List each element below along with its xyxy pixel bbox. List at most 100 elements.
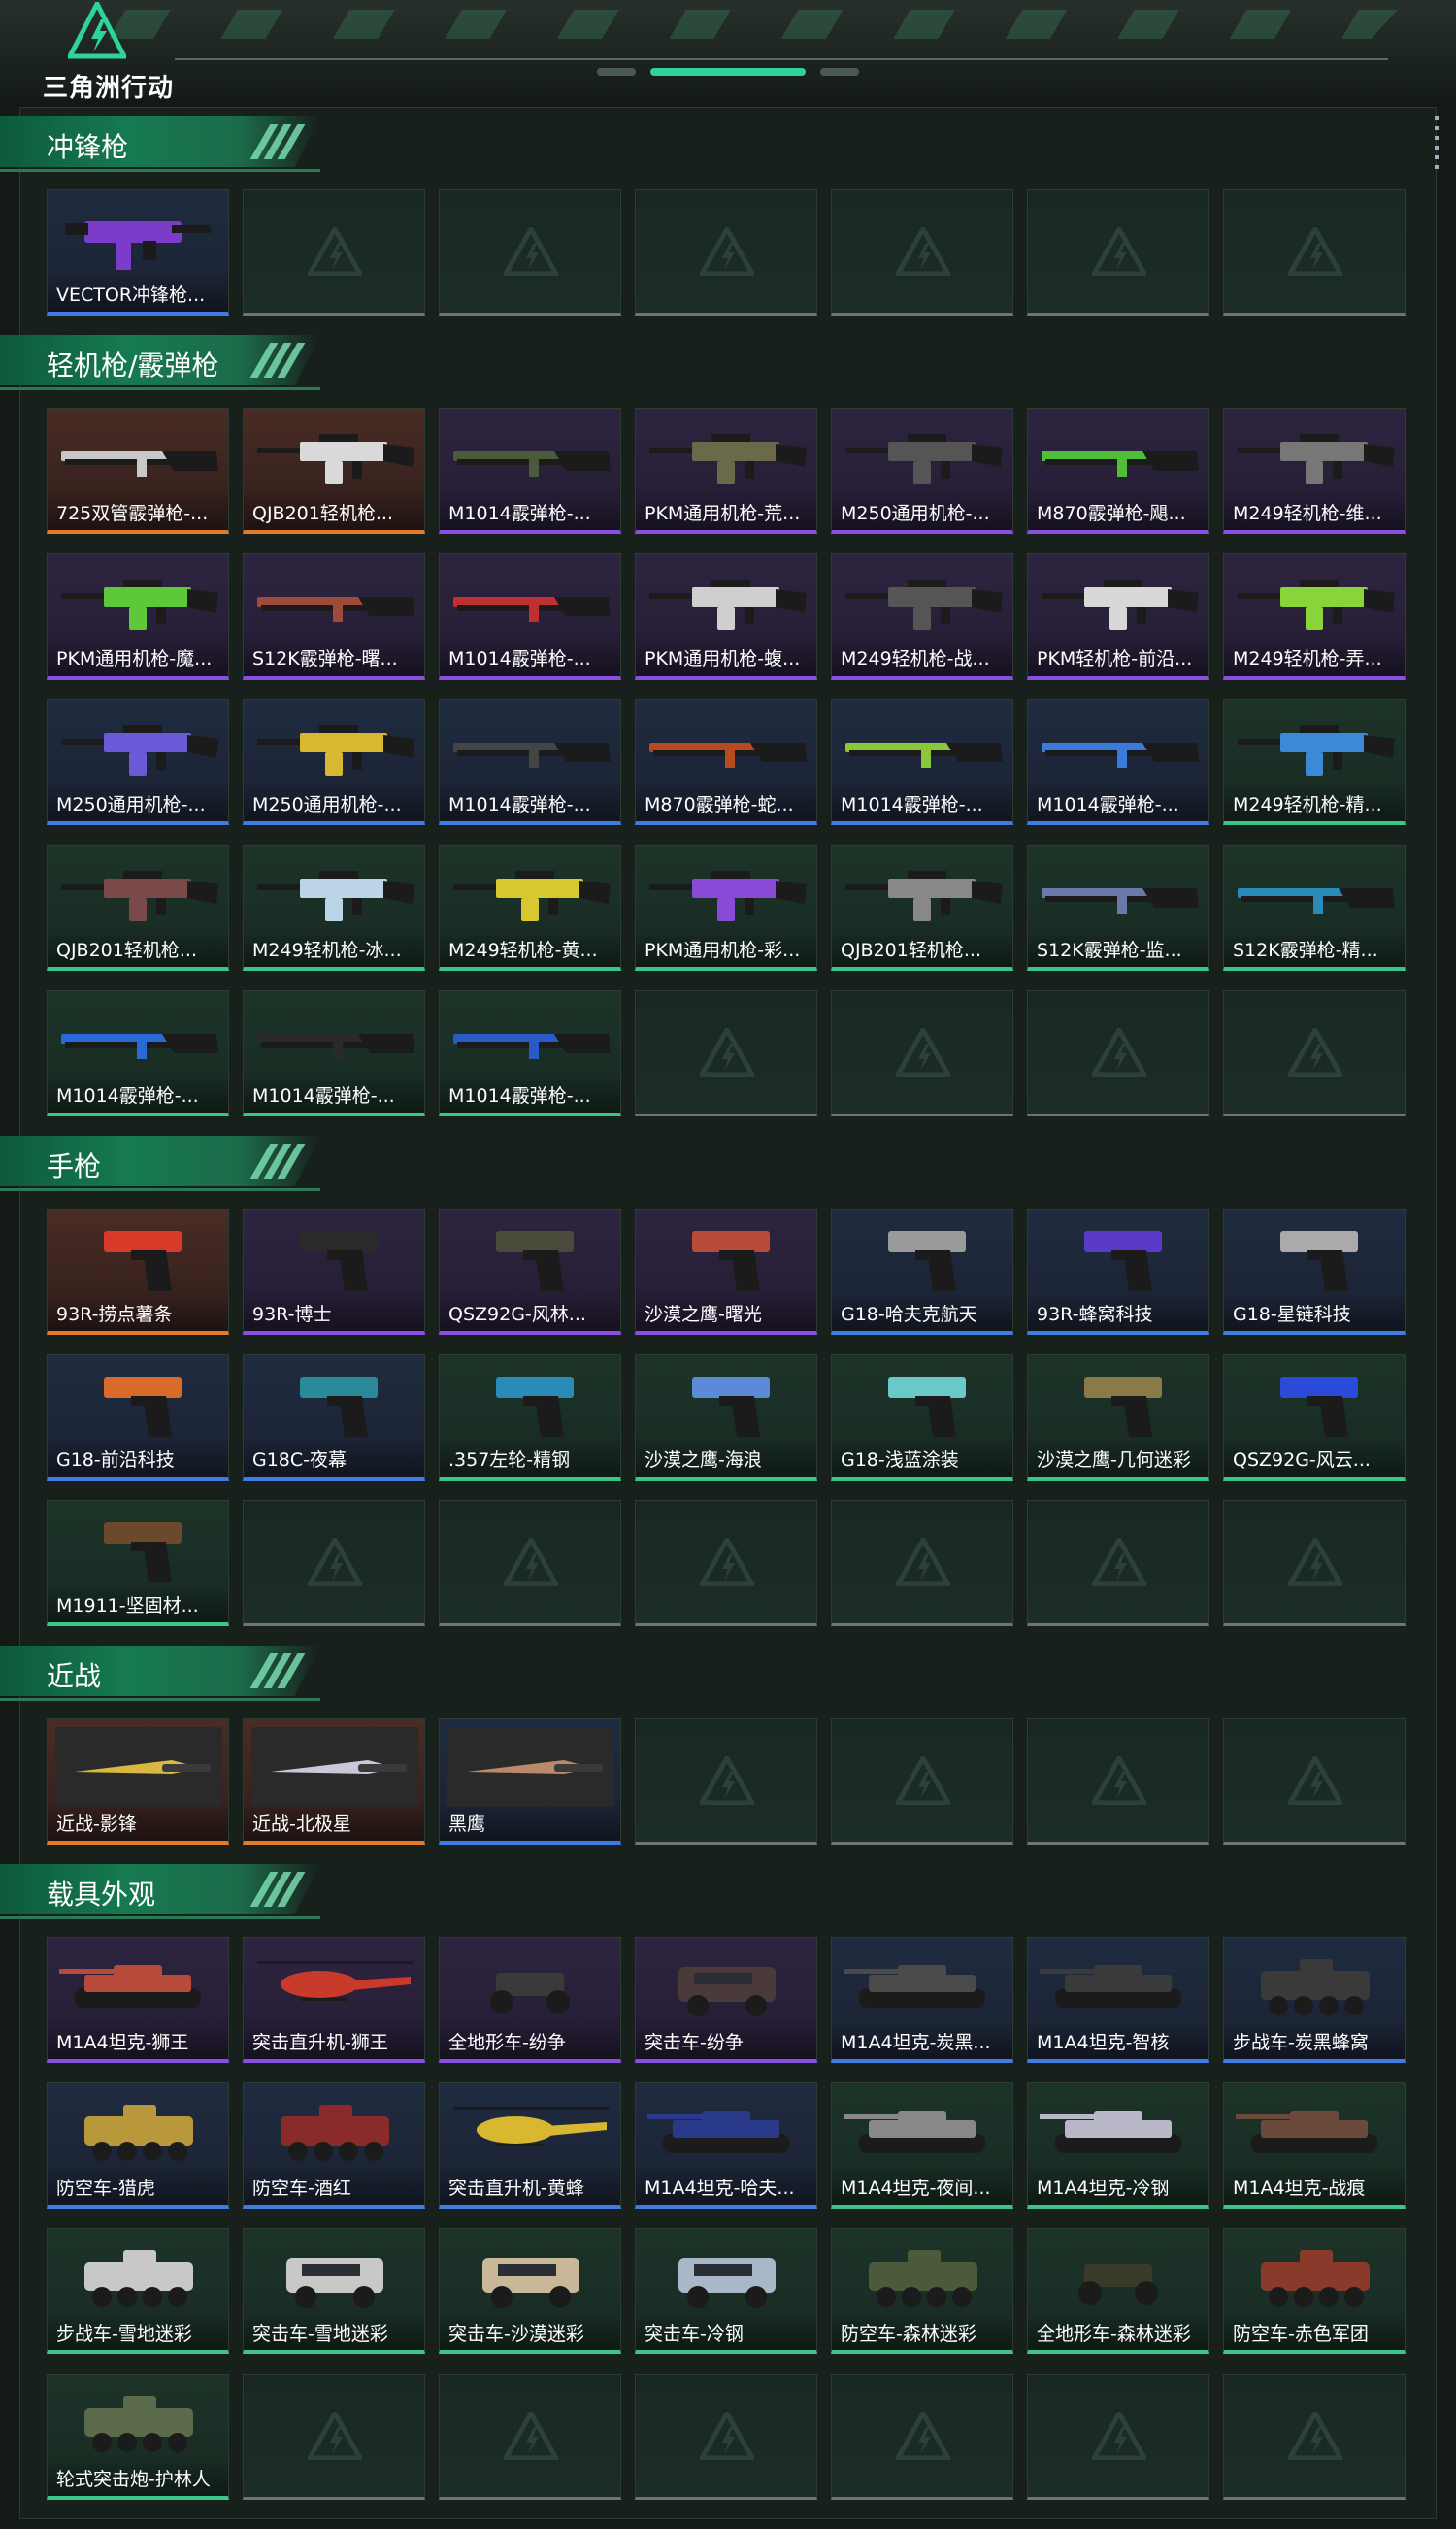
skin-card[interactable]: 近战-北极星 <box>243 1718 425 1845</box>
skin-card[interactable]: M249轻机枪-冰... <box>243 845 425 971</box>
skin-card[interactable]: M1A4坦克-冷钢 <box>1027 2082 1209 2209</box>
skin-card[interactable]: 突击车-冷钢 <box>635 2228 817 2354</box>
skin-card[interactable]: M250通用机枪-... <box>47 699 229 825</box>
skin-name: M1A4坦克-狮王 <box>56 2032 189 2053</box>
lmg-thumbnail-icon <box>644 853 811 933</box>
empty-slot <box>635 189 817 316</box>
skin-name: 93R-蜂窝科技 <box>1037 1304 1153 1325</box>
skin-card[interactable]: M1014霰弹枪-... <box>439 699 621 825</box>
skin-card[interactable]: 防空车-森林迷彩 <box>831 2228 1013 2354</box>
skin-card[interactable]: 防空车-猎虎 <box>47 2082 229 2209</box>
skin-card[interactable]: M1A4坦克-智核 <box>1027 1937 1209 2063</box>
skin-card[interactable]: 全地形车-纷争 <box>439 1937 621 2063</box>
skin-card[interactable]: 突击车-纷争 <box>635 1937 817 2063</box>
lmg-thumbnail-icon <box>251 853 418 933</box>
skin-card[interactable]: G18C-夜幕 <box>243 1354 425 1481</box>
skin-card[interactable]: G18-浅蓝涂装 <box>831 1354 1013 1481</box>
skin-card[interactable]: M1014霰弹枪-... <box>1027 699 1209 825</box>
skin-card[interactable]: M1014霰弹枪-... <box>439 408 621 534</box>
skin-name: M1014霰弹枪-... <box>448 1085 591 1107</box>
skin-name: QJB201轻机枪... <box>841 940 981 961</box>
skin-card[interactable]: PKM轻机枪-前沿... <box>1027 553 1209 680</box>
skin-card[interactable]: G18-星链科技 <box>1223 1209 1406 1335</box>
skin-card[interactable]: S12K霰弹枪-监... <box>1027 845 1209 971</box>
skin-card[interactable]: 步战车-雪地迷彩 <box>47 2228 229 2354</box>
skin-card[interactable]: M1911-坚固材... <box>47 1500 229 1626</box>
skin-card[interactable]: 93R-博士 <box>243 1209 425 1335</box>
skin-card[interactable]: G18-前沿科技 <box>47 1354 229 1481</box>
skin-card[interactable]: M250通用机枪-... <box>243 699 425 825</box>
pistol-thumbnail-icon <box>840 1363 1007 1443</box>
skin-card[interactable]: M1A4坦克-哈夫... <box>635 2082 817 2209</box>
skin-card[interactable]: PKM通用机枪-魔... <box>47 553 229 680</box>
skin-card[interactable]: QSZ92G-风云... <box>1223 1354 1406 1481</box>
skin-card[interactable]: 防空车-赤色军团 <box>1223 2228 1406 2354</box>
skin-card[interactable]: M1014霰弹枪-... <box>47 990 229 1116</box>
skin-card[interactable]: 突击车-沙漠迷彩 <box>439 2228 621 2354</box>
skin-card[interactable]: 防空车-酒红 <box>243 2082 425 2209</box>
car-thumbnail-icon <box>447 2237 614 2316</box>
skin-card[interactable]: M870霰弹枪-蛇... <box>635 699 817 825</box>
section-header-underline <box>0 1698 320 1701</box>
skin-card[interactable]: 突击直升机-黄蜂 <box>439 2082 621 2209</box>
skin-card[interactable]: 突击车-雪地迷彩 <box>243 2228 425 2354</box>
skin-card[interactable]: 步战车-炭黑蜂窝 <box>1223 1937 1406 2063</box>
pistol-thumbnail-icon <box>55 1217 222 1297</box>
car-thumbnail-icon <box>644 2237 811 2316</box>
skin-card[interactable]: M1014霰弹枪-... <box>439 990 621 1116</box>
pistol-thumbnail-icon <box>1036 1217 1203 1297</box>
skin-card[interactable]: QSZ92G-风林... <box>439 1209 621 1335</box>
skin-card[interactable]: PKM通用机枪-荒... <box>635 408 817 534</box>
skin-card[interactable]: M1A4坦克-炭黑... <box>831 1937 1013 2063</box>
skin-card[interactable]: 93R-蜂窝科技 <box>1027 1209 1209 1335</box>
skin-card[interactable]: M249轻机枪-弄... <box>1223 553 1406 680</box>
lmg-thumbnail-icon <box>840 416 1007 496</box>
empty-slot-logo-icon <box>697 223 757 277</box>
empty-slot <box>635 990 817 1116</box>
empty-slot-logo-icon <box>1089 1752 1149 1806</box>
page-indicator-2[interactable] <box>650 68 806 76</box>
empty-slot-logo-icon <box>1285 2408 1345 2461</box>
skin-card[interactable]: M1A4坦克-夜间... <box>831 2082 1013 2209</box>
skin-card[interactable]: 725双管霰弹枪-... <box>47 408 229 534</box>
page-indicator-3[interactable] <box>820 68 859 76</box>
skin-card[interactable]: M249轻机枪-精... <box>1223 699 1406 825</box>
skin-card[interactable]: M249轻机枪-维... <box>1223 408 1406 534</box>
skin-name: QJB201轻机枪... <box>252 503 393 524</box>
skin-card[interactable]: M250通用机枪-... <box>831 408 1013 534</box>
skin-card[interactable]: M1014霰弹枪-... <box>831 699 1013 825</box>
skin-card[interactable]: M870霰弹枪-飓... <box>1027 408 1209 534</box>
skin-card[interactable]: 沙漠之鹰-海浪 <box>635 1354 817 1481</box>
skin-card[interactable]: PKM通用机枪-彩... <box>635 845 817 971</box>
skin-card[interactable]: VECTOR冲锋枪... <box>47 189 229 316</box>
skin-card[interactable]: M249轻机枪-战... <box>831 553 1013 680</box>
skin-card[interactable]: 突击直升机-狮王 <box>243 1937 425 2063</box>
lmg-thumbnail-icon <box>644 416 811 496</box>
skin-card[interactable]: M1A4坦克-狮王 <box>47 1937 229 2063</box>
lmg-thumbnail-icon <box>55 708 222 787</box>
skin-card[interactable]: 黑鹰 <box>439 1718 621 1845</box>
page-indicator-1[interactable] <box>597 68 636 76</box>
skin-name: M250通用机枪-... <box>841 503 990 524</box>
skin-card[interactable]: 全地形车-森林迷彩 <box>1027 2228 1209 2354</box>
skin-card[interactable]: 沙漠之鹰-曙光 <box>635 1209 817 1335</box>
skin-card[interactable]: 93R-捞点薯条 <box>47 1209 229 1335</box>
skin-card[interactable]: 沙漠之鹰-几何迷彩 <box>1027 1354 1209 1481</box>
skin-card[interactable]: QJB201轻机枪... <box>243 408 425 534</box>
skin-card[interactable]: .357左轮-精钢 <box>439 1354 621 1481</box>
skin-card[interactable]: M1A4坦克-战痕 <box>1223 2082 1406 2209</box>
skin-card[interactable]: M1014霰弹枪-... <box>439 553 621 680</box>
skin-card[interactable]: S12K霰弹枪-曙... <box>243 553 425 680</box>
skin-card[interactable]: M1014霰弹枪-... <box>243 990 425 1116</box>
section-title: 载具外观 <box>47 1879 156 1911</box>
skin-card[interactable]: QJB201轻机枪... <box>47 845 229 971</box>
skin-card[interactable]: 近战-影锋 <box>47 1718 229 1845</box>
skin-card[interactable]: S12K霰弹枪-精... <box>1223 845 1406 971</box>
skin-card[interactable]: G18-哈夫克航天 <box>831 1209 1013 1335</box>
skin-card[interactable]: 轮式突击炮-护林人 <box>47 2374 229 2500</box>
skin-name: 突击车-沙漠迷彩 <box>448 2323 584 2345</box>
skin-card[interactable]: QJB201轻机枪... <box>831 845 1013 971</box>
skin-card[interactable]: M249轻机枪-黄... <box>439 845 621 971</box>
scrollbar-handle[interactable] <box>1435 116 1439 175</box>
skin-card[interactable]: PKM通用机枪-蝮... <box>635 553 817 680</box>
